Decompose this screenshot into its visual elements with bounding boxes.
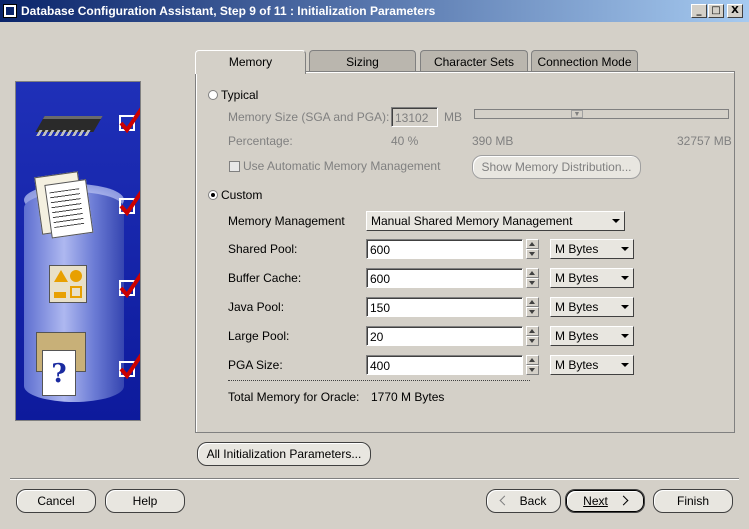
java-pool-unit-select[interactable]: M Bytes <box>550 297 634 317</box>
window-title: Database Configuration Assistant, Step 9… <box>21 4 436 18</box>
wizard-illustration: ? <box>15 81 141 421</box>
memory-size-label: Memory Size (SGA and PGA): <box>228 110 390 124</box>
minimize-button[interactable]: _ <box>691 4 707 18</box>
java-pool-label: Java Pool: <box>228 300 285 314</box>
auto-memory-checkbox[interactable] <box>229 161 240 172</box>
large-pool-label: Large Pool: <box>228 329 290 343</box>
checkmark-icon <box>119 107 140 133</box>
chevron-down-icon <box>621 276 629 280</box>
tab-sizing[interactable]: Sizing <box>309 50 416 72</box>
pga-size-spinner[interactable] <box>526 355 539 375</box>
pga-size-label: PGA Size: <box>228 358 283 372</box>
show-memory-distribution-button[interactable]: Show Memory Distribution... <box>472 155 641 179</box>
next-label: Next <box>583 494 608 508</box>
help-button[interactable]: Help <box>105 489 185 513</box>
chevron-down-icon <box>621 363 629 367</box>
close-button[interactable]: X <box>727 4 743 18</box>
next-button[interactable]: Next <box>565 489 645 513</box>
large-pool-input[interactable]: 20 <box>366 326 523 346</box>
window-controls: _ □ X <box>690 4 743 18</box>
checkmark-icon <box>119 190 140 216</box>
memory-percentage-slider[interactable]: ▼ <box>474 109 729 119</box>
shared-pool-input[interactable]: 600 <box>366 239 523 259</box>
large-pool-unit-select[interactable]: M Bytes <box>550 326 634 346</box>
tab-connection-mode[interactable]: Connection Mode <box>531 50 638 72</box>
chevron-left-icon <box>499 495 510 506</box>
title-bar: Database Configuration Assistant, Step 9… <box>0 0 749 22</box>
pga-size-unit-select[interactable]: M Bytes <box>550 355 634 375</box>
help-document-icon: ? <box>42 350 76 396</box>
unit-value: M Bytes <box>555 329 599 343</box>
back-label: Back <box>519 494 547 508</box>
total-memory-label: Total Memory for Oracle: <box>228 390 360 404</box>
shared-pool-unit-select[interactable]: M Bytes <box>550 239 634 259</box>
shapes-icon <box>49 265 87 303</box>
typical-radio[interactable] <box>208 90 218 100</box>
chevron-down-icon <box>612 219 620 223</box>
unit-value: M Bytes <box>555 300 599 314</box>
buffer-cache-spinner[interactable] <box>526 268 539 288</box>
unit-value: M Bytes <box>555 271 599 285</box>
buffer-cache-unit-select[interactable]: M Bytes <box>550 268 634 288</box>
percentage-label: Percentage: <box>228 134 293 148</box>
custom-label: Custom <box>221 188 263 202</box>
back-button[interactable]: Back <box>486 489 561 513</box>
shared-pool-spinner[interactable] <box>526 239 539 259</box>
memory-size-input[interactable]: 13102 <box>391 107 438 127</box>
finish-button[interactable]: Finish <box>653 489 733 513</box>
total-memory-value: 1770 M Bytes <box>371 390 445 404</box>
tab-memory[interactable]: Memory <box>195 50 306 74</box>
custom-radio[interactable] <box>208 190 218 200</box>
all-initialization-parameters-button[interactable]: All Initialization Parameters... <box>197 442 371 466</box>
memory-management-select[interactable]: Manual Shared Memory Management <box>366 211 625 231</box>
slider-thumb[interactable]: ▼ <box>571 110 583 118</box>
chevron-down-icon <box>621 334 629 338</box>
app-icon <box>3 4 17 18</box>
chevron-down-icon <box>621 247 629 251</box>
memory-size-unit: MB <box>444 110 462 124</box>
auto-memory-label: Use Automatic Memory Management <box>243 159 441 173</box>
maximize-button[interactable]: □ <box>708 4 724 18</box>
cancel-button[interactable]: Cancel <box>16 489 96 513</box>
typical-label: Typical <box>221 88 259 102</box>
memory-chip-icon <box>35 116 103 132</box>
pga-size-input[interactable]: 400 <box>366 355 523 375</box>
java-pool-input[interactable]: 150 <box>366 297 523 317</box>
java-pool-spinner[interactable] <box>526 297 539 317</box>
shared-pool-label: Shared Pool: <box>228 242 298 256</box>
tab-character-sets[interactable]: Character Sets <box>420 50 528 72</box>
memory-management-label: Memory Management <box>228 214 345 228</box>
chevron-down-icon <box>621 305 629 309</box>
checkmark-icon <box>119 353 140 379</box>
footer-divider <box>10 478 739 480</box>
checkmark-icon <box>119 272 140 298</box>
divider <box>228 380 530 381</box>
chevron-right-icon <box>618 495 629 506</box>
percentage-value: 40 % <box>391 134 419 148</box>
unit-value: M Bytes <box>555 358 599 372</box>
slider-max-label: 32757 MB <box>677 134 732 148</box>
buffer-cache-input[interactable]: 600 <box>366 268 523 288</box>
documents-icon <box>34 171 86 235</box>
slider-min-label: 390 MB <box>472 134 514 148</box>
buffer-cache-label: Buffer Cache: <box>228 271 302 285</box>
large-pool-spinner[interactable] <box>526 326 539 346</box>
memory-management-value: Manual Shared Memory Management <box>371 214 573 228</box>
unit-value: M Bytes <box>555 242 599 256</box>
